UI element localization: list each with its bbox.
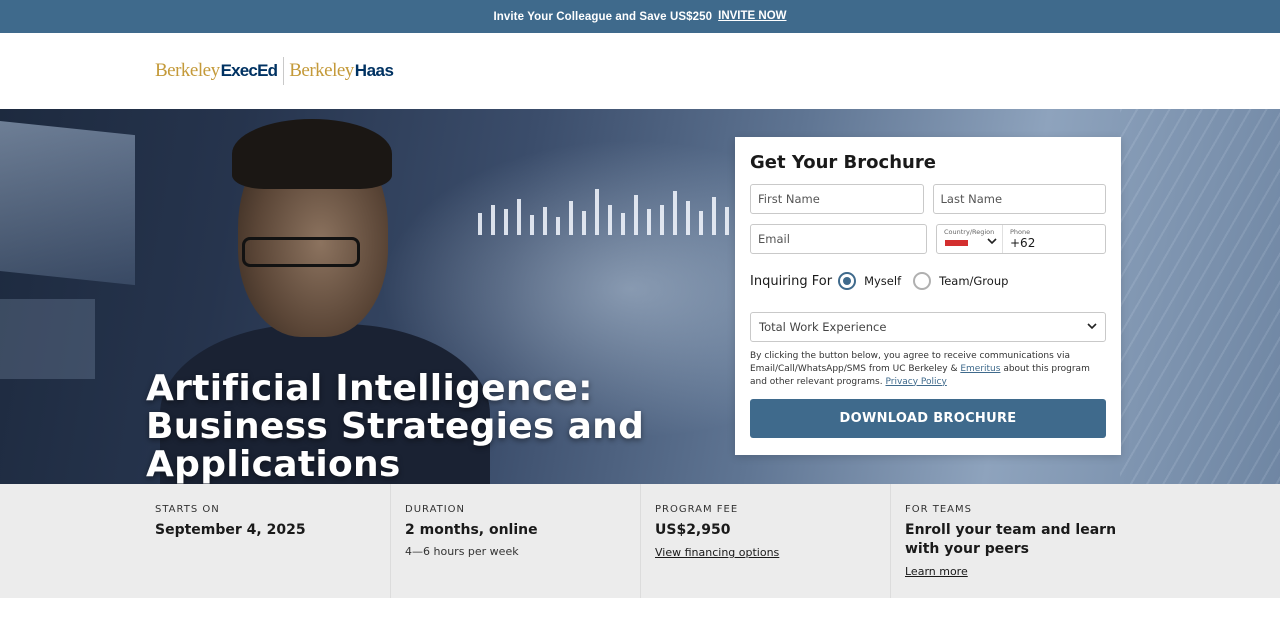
hero-person-hair	[232, 119, 392, 189]
download-brochure-button[interactable]: DOWNLOAD BROCHURE	[750, 399, 1106, 438]
starts-on-label: STARTS ON	[155, 504, 220, 515]
duration-sub: 4—6 hours per week	[405, 545, 519, 558]
radio-myself-label[interactable]: Myself	[864, 274, 901, 288]
duration-block: DURATION 2 months, online 4—6 hours per …	[390, 484, 640, 598]
last-name-field[interactable]: Last Name	[932, 184, 1106, 214]
emeritus-link[interactable]: Emeritus	[960, 364, 1000, 374]
hero-monitor-left-lower	[0, 299, 95, 379]
consent-text: By clicking the button below, you agree …	[750, 350, 1106, 390]
chevron-down-icon	[987, 238, 997, 248]
for-teams-label: FOR TEAMS	[905, 504, 972, 515]
berkeley-logo[interactable]: Berkeley ExecEd Berkeley Haas	[155, 57, 394, 85]
country-select[interactable]: Country/Region	[937, 225, 1003, 253]
country-flag-icon	[945, 240, 968, 246]
hero-monitor-left	[0, 118, 135, 286]
hero-person-glasses	[242, 237, 360, 267]
radio-team-group-label[interactable]: Team/Group	[939, 274, 1008, 288]
country-label: Country/Region	[944, 228, 995, 236]
program-fee-value: US$2,950	[655, 522, 731, 538]
hero-bar-graphic	[478, 175, 729, 235]
site-header: Berkeley ExecEd Berkeley Haas	[0, 33, 1280, 109]
brochure-form: Get Your Brochure First Name Last Name E…	[735, 137, 1121, 455]
radio-team-group[interactable]	[913, 272, 932, 290]
program-info-strip: STARTS ON September 4, 2025 DURATION 2 m…	[0, 484, 1280, 598]
for-teams-block: FOR TEAMS Enroll your team and learn wit…	[890, 484, 1140, 598]
financing-options-link[interactable]: View financing options	[655, 546, 779, 559]
phone-label: Phone	[1010, 228, 1031, 236]
email-field[interactable]: Email	[750, 224, 927, 254]
starts-on-block: STARTS ON September 4, 2025	[155, 484, 390, 598]
program-fee-block: PROGRAM FEE US$2,950 View financing opti…	[640, 484, 890, 598]
program-title: Artificial Intelligence: Business Strate…	[146, 368, 645, 484]
form-title: Get Your Brochure	[750, 152, 936, 173]
chevron-down-icon	[1087, 322, 1097, 333]
phone-field-group: Country/Region Phone +62	[936, 224, 1106, 254]
first-name-field[interactable]: First Name	[750, 184, 924, 214]
program-fee-label: PROGRAM FEE	[655, 504, 739, 515]
work-experience-select[interactable]: Total Work Experience	[750, 312, 1106, 342]
logo-berkeley-haas-text: Berkeley	[289, 60, 354, 81]
duration-label: DURATION	[405, 504, 466, 515]
promo-text: Invite Your Colleague and Save US$250	[493, 10, 713, 23]
hero-network-lines	[1120, 109, 1280, 484]
phone-code-value: +62	[1010, 236, 1036, 250]
inquiring-for-group: Inquiring For Myself Team/Group	[750, 270, 1106, 292]
learn-more-link[interactable]: Learn more	[905, 565, 968, 578]
duration-value: 2 months, online	[405, 522, 538, 538]
logo-execed-text: ExecEd	[220, 61, 278, 80]
logo-berkeley-text: Berkeley	[155, 60, 220, 81]
radio-myself[interactable]	[838, 272, 857, 290]
promo-banner: Invite Your Colleague and Save US$250 IN…	[0, 0, 1280, 33]
inquiring-for-label: Inquiring For	[750, 273, 833, 289]
logo-haas-text: Haas	[354, 61, 394, 80]
invite-now-link[interactable]: INVITE NOW	[718, 10, 786, 22]
starts-on-value: September 4, 2025	[155, 522, 306, 538]
work-experience-placeholder: Total Work Experience	[759, 320, 887, 334]
logo-divider	[283, 57, 285, 85]
for-teams-value: Enroll your team and learn with your pee…	[905, 522, 1117, 557]
phone-input[interactable]: Phone +62	[1003, 225, 1105, 253]
privacy-policy-link[interactable]: Privacy Policy	[885, 377, 946, 387]
